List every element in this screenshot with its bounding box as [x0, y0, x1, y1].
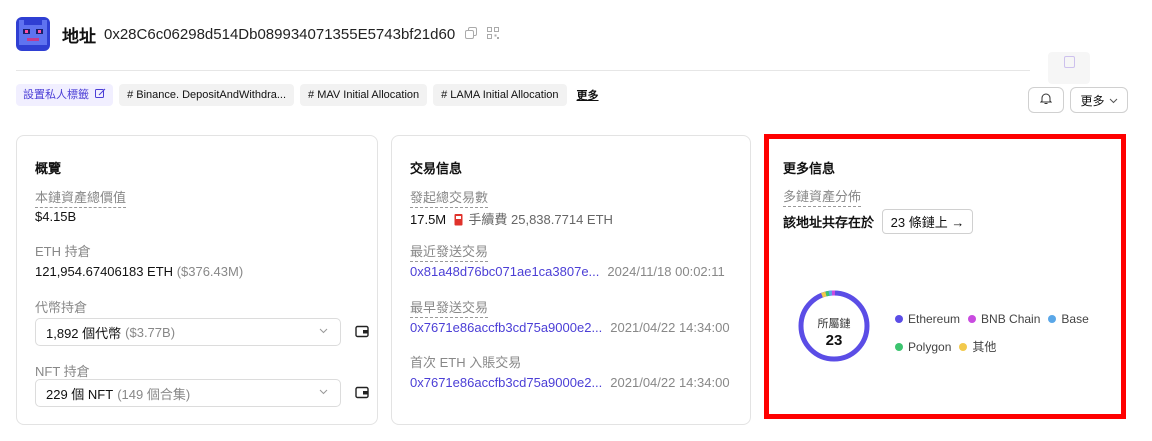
copy-icon[interactable] [465, 26, 478, 42]
floating-widget[interactable] [1048, 52, 1090, 84]
donut-count: 23 [825, 332, 843, 349]
tag-lama[interactable]: # LAMA Initial Allocation [433, 84, 567, 106]
more-info-card: 更多信息 多鏈資產分佈 該地址共存在於 23 條鏈上 → 所屬鏈 23 Ethe… [764, 134, 1126, 419]
total-value: $4.15B [35, 209, 77, 224]
first-eth-in-label: 首次 ETH 入賬交易 [410, 355, 522, 370]
legend-row-2: Polygon 其他 [895, 338, 1004, 355]
first-eth-in-row: 0x7671e86accfb3cd75a9000e2... 2021/04/22 … [410, 375, 730, 390]
legend-item-ethereum: Ethereum [895, 312, 960, 326]
page-title: 地址 [62, 26, 96, 46]
eth-holding-value: 121,954.67406183 ETH ($376.43M) [35, 264, 243, 279]
token-holding-label: 代幣持倉 [35, 300, 88, 315]
earliest-tx-hash-link[interactable]: 0x7671e86accfb3cd75a9000e2... [410, 320, 602, 335]
tags-more-link[interactable]: 更多 [577, 87, 599, 103]
notification-button[interactable] [1028, 87, 1064, 113]
edit-icon [92, 88, 106, 101]
chevron-down-icon [319, 325, 328, 337]
earliest-tx-time: 2021/04/22 14:34:00 [610, 320, 730, 335]
page-header: 地址 0x28C6c06298d514Db089934071355E5743bf… [16, 14, 509, 54]
chains-row: 該地址共存在於 23 條鏈上 → [783, 209, 974, 234]
earliest-tx-label[interactable]: 最早發送交易 [410, 297, 489, 318]
legend-label: Base [1061, 312, 1089, 326]
bell-icon [1039, 92, 1053, 108]
tx-count-row: 17.5M 手續費 25,838.7714 ETH [410, 209, 613, 228]
legend-item-base: Base [1048, 312, 1089, 326]
avatar [16, 17, 50, 51]
legend-dot [1048, 315, 1057, 323]
legend-dot [895, 342, 903, 351]
private-label-text: 設置私人標籤 [23, 89, 89, 101]
more-dropdown-button[interactable]: 更多 [1070, 87, 1128, 113]
nft-holding-label: NFT 持倉 [35, 364, 90, 379]
more-label: 更多 [1080, 93, 1105, 108]
nft-sets: (149 個合集) [117, 386, 191, 402]
latest-tx-row: 0x81a48d76bc071ae1ca3807e... 2024/11/18 0… [410, 264, 725, 279]
tag-bar: 設置私人標籤 # Binance. DepositAndWithdra... #… [16, 84, 599, 106]
legend-dot [968, 315, 977, 323]
eth-holding-label: ETH 持倉 [35, 244, 91, 259]
total-value-label[interactable]: 本鏈資產總價值 [35, 187, 127, 208]
overview-title: 概覽 [35, 161, 62, 176]
multichain-label[interactable]: 多鏈資產分佈 [783, 186, 862, 207]
transaction-card: 交易信息 發起總交易數 17.5M 手續費 25,838.7714 ETH 最近… [391, 135, 751, 425]
donut-slice-polygon [825, 290, 830, 297]
fuel-icon [450, 212, 469, 227]
wallet-icon[interactable] [355, 385, 371, 401]
fee-text: 手續費 25,838.7714 ETH [468, 212, 613, 227]
legend-label: BNB Chain [981, 312, 1041, 326]
earliest-tx-row: 0x7671e86accfb3cd75a9000e2... 2021/04/22 … [410, 320, 730, 335]
donut-label: 所屬鏈 [817, 318, 851, 330]
legend-item-polygon: Polygon [895, 340, 951, 354]
tx-count-label[interactable]: 發起總交易數 [410, 187, 489, 208]
wallet-icon[interactable] [355, 324, 371, 340]
nft-count: 229 個 NFT [46, 386, 114, 402]
set-private-label-button[interactable]: 設置私人標籤 [16, 84, 114, 106]
chevron-down-icon [319, 386, 328, 398]
chains-button[interactable]: 23 條鏈上 → [881, 209, 974, 234]
tag-binance[interactable]: # Binance. DepositAndWithdra... [119, 84, 295, 106]
transaction-title: 交易信息 [410, 161, 463, 176]
first-eth-in-hash-link[interactable]: 0x7671e86accfb3cd75a9000e2... [410, 375, 602, 390]
latest-tx-time: 2024/11/18 00:02:11 [607, 264, 725, 279]
tx-count-value: 17.5M [410, 212, 447, 227]
chevron-down-icon [1109, 93, 1118, 107]
legend-dot [959, 342, 968, 351]
legend-dot [895, 315, 903, 323]
tag-mav[interactable]: # MAV Initial Allocation [300, 84, 428, 106]
legend-label: 其他 [972, 340, 997, 354]
eth-usd: ($376.43M) [176, 264, 244, 279]
nft-select[interactable]: 229 個 NFT (149 個合集) [35, 379, 341, 407]
address-text: 0x28C6c06298d514Db089934071355E5743bf21d… [104, 25, 456, 43]
more-info-title: 更多信息 [783, 161, 836, 176]
legend-label: Polygon [908, 339, 952, 354]
token-select[interactable]: 1,892 個代幣 ($3.77B) [35, 318, 341, 346]
qr-code-icon[interactable] [487, 26, 500, 42]
legend-item-other: 其他 [959, 338, 996, 355]
latest-tx-hash-link[interactable]: 0x81a48d76bc071ae1ca3807e... [410, 264, 599, 279]
eth-amount: 121,954.67406183 ETH [35, 264, 174, 279]
exists-text: 該地址共存在於 [783, 215, 875, 230]
legend-label: Ethereum [908, 312, 961, 326]
latest-tx-label[interactable]: 最近發送交易 [410, 241, 489, 262]
donut-slice-other [821, 291, 827, 298]
token-usd: ($3.77B) [125, 324, 176, 340]
header-divider [16, 70, 1030, 71]
token-count: 1,892 個代幣 [46, 325, 122, 341]
first-eth-in-time: 2021/04/22 14:34:00 [610, 375, 730, 390]
legend-row-1: Ethereum BNB Chain Base [895, 312, 1097, 326]
legend-item-bnb-chain: BNB Chain [968, 312, 1040, 326]
overview-card: 概覽 本鏈資產總價值 $4.15B ETH 持倉 121,954.6740618… [16, 135, 378, 425]
